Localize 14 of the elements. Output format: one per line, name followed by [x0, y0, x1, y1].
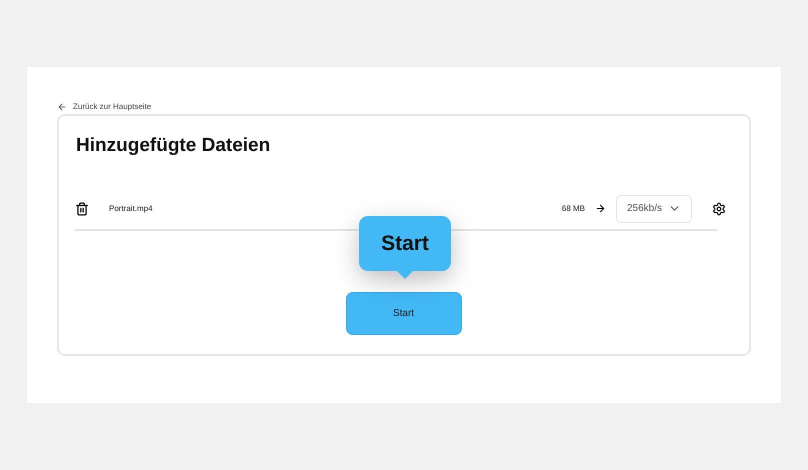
back-link[interactable]: Zurück zur Hauptseite — [57, 101, 751, 113]
back-arrow-icon — [57, 102, 67, 112]
arrow-icon — [595, 203, 606, 214]
bitrate-dropdown[interactable]: 256kb/s — [616, 194, 692, 222]
trash-icon — [75, 202, 89, 216]
start-button[interactable]: Start — [346, 292, 462, 334]
tooltip-pointer — [397, 271, 413, 279]
settings-icon — [712, 202, 726, 216]
start-tooltip: Start — [359, 216, 451, 279]
delete-button[interactable] — [75, 200, 89, 216]
file-name: Portrait.mp4 — [109, 202, 153, 214]
card-title: Hinzugefügte Dateien — [76, 134, 272, 158]
settings-button[interactable] — [712, 202, 726, 216]
file-size: 68 MB — [562, 202, 585, 214]
